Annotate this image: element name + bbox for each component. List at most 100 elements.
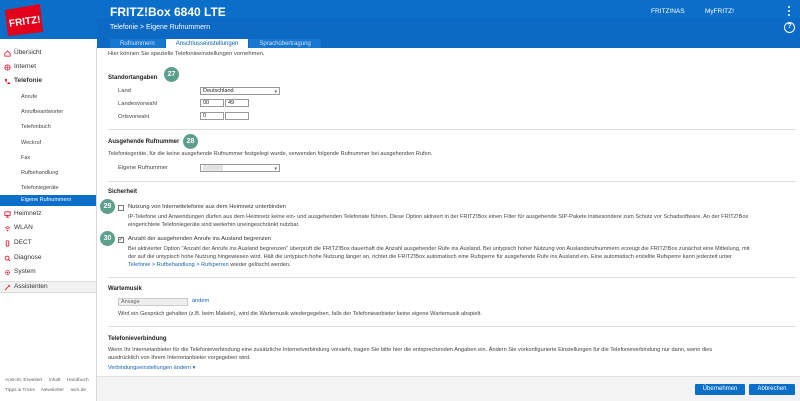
sidebar-item-label: Telefonie [14,77,43,84]
sidebar-item-diagnose[interactable]: Diagnose [0,252,96,264]
help-icon[interactable]: ? [784,22,795,33]
eigene-rufnummer-value: (hidden) [203,165,224,171]
footer-link-inhalt[interactable]: Inhalt [49,378,61,383]
sidebar-item-telefonie[interactable]: Telefonie [0,75,96,87]
ausland-begrenzen-label[interactable]: Anzahl der ausgehenden Anrufe ins Auslan… [128,236,271,242]
chevron-down-icon: ▾ [274,89,277,95]
annotation-badge-28: 28 [183,134,198,149]
divider [108,181,796,182]
sidebar-item-label: DECT [14,239,32,246]
sidebar-footer-row2: Tipps & Tricks Newsletter avm.de [5,388,91,393]
sidebar-item-assistenten[interactable]: Assistenten [0,281,96,293]
annotation-badge-29: 29 [100,199,115,214]
fritz-logo[interactable]: FRITZ! [2,2,45,38]
apply-button[interactable]: Übernehmen [695,384,745,395]
section-title-standort: Standortangaben [108,75,158,81]
verbindungseinstellungen-label: Verbindungseinstellungen ändern [108,365,192,371]
ausland-desc-line1: Bei aktivierter Option "Anzahl der Anruf… [128,246,750,252]
footer-link-ansicht[interactable]: Ansicht: Erweitert [5,378,42,383]
section-title-ausgehend: Ausgehende Rufnummer [108,139,180,145]
sidebar-subitem-rufbehandlung[interactable]: Rufbehandlung [0,168,96,179]
telefonieverbindung-desc-line1: Wenn Ihr Internetanbieter für die Telefo… [108,347,713,353]
sidebar-item-heimnetz[interactable]: Heimnetz [0,208,96,220]
landesvorwahl-input[interactable]: 49 [225,99,249,107]
divider [108,129,796,130]
sidebar-subitem-telefonbuch[interactable]: Telefonbuch [0,122,96,133]
sidebar-subitem-anrufbeantworter[interactable]: Anrufbeantworter [0,107,96,118]
tab-rufnummern[interactable]: Rufnummern [110,39,165,48]
system-icon [4,269,11,275]
section-title-telefonieverbindung: Telefonieverbindung [108,336,167,342]
sidebar-footer-row1: Ansicht: Erweitert Inhalt Handbuch [5,378,94,383]
ausland-begrenzen-checkbox[interactable] [118,236,124,243]
sidebar-subitem-telefoniegeraete[interactable]: Telefoniegeräte [0,183,96,194]
footer-link-newsletter[interactable]: Newsletter [41,388,64,393]
sidebar-item-label: Assistenten [14,283,48,290]
ausland-desc-line2: der auf die untypisch hohe Nutzung hinge… [128,254,732,260]
more-menu-icon[interactable] [787,6,791,18]
breadcrumb: Telefonie > Eigene Rufnummern [110,24,211,31]
sidebar-item-wlan[interactable]: WLAN [0,222,96,234]
tab-sprachuebertragung[interactable]: Sprachübertragung [249,39,321,48]
sidebar-item-dect[interactable]: DECT [0,237,96,249]
footer-link-avm[interactable]: avm.de [70,388,86,393]
section-title-wartemusik: Wartemusik [108,286,142,292]
eigene-rufnummer-select[interactable]: (hidden) ▾ [200,164,280,172]
sidebar-subitem-weckruf[interactable]: Weckruf [0,138,96,149]
dect-icon [5,239,10,247]
verbindungseinstellungen-link[interactable]: Verbindungseinstellungen ändern ▾ [108,364,195,372]
product-name: FRITZ!Box 6840 LTE [110,5,226,19]
internettelefonie-desc-line2: eingerichtete Telefoniegeräte sind weite… [128,222,300,228]
home-icon [4,49,11,57]
wartemusik-change-link[interactable]: ändern [192,297,209,305]
ausgehend-description: Telefoniegeräte, für die keine ausgehend… [108,151,433,157]
land-select-value: Deutschland [203,88,234,94]
sidebar-item-label: System [14,268,36,275]
land-label: Land [118,88,131,94]
telefonieverbindung-desc-line2: ausdrücklich von Ihrem Internetanbieter … [108,355,251,361]
landesvorwahl-prefix: 00 [200,99,224,107]
footer-link-handbuch[interactable]: Handbuch [67,378,89,383]
network-icon [4,210,11,217]
fritznas-link[interactable]: FRITZ!NAS [651,8,685,15]
intro-text: Hier können Sie spezielle Telefonieeinst… [108,51,265,57]
sidebar-item-label: Heimnetz [14,210,42,217]
main-content: Hier können Sie spezielle Telefonieeinst… [97,48,800,401]
eigene-rufnummer-label: Eigene Rufnummer [118,165,168,171]
sidebar-item-label: Diagnose [14,254,42,261]
ausland-desc-tail: wieder gelöscht werden. [228,262,291,268]
wifi-icon [4,225,11,231]
annotation-badge-30: 30 [100,231,115,246]
sidebar-item-label: WLAN [14,224,33,231]
wartemusik-field: Ansage [118,298,188,306]
divider [108,326,796,327]
internettelefonie-checkbox[interactable] [118,205,124,211]
globe-icon [4,63,11,71]
footer-link-tipps[interactable]: Tipps & Tricks [5,388,35,393]
myfritz-link[interactable]: MyFRITZ! [705,8,734,15]
sidebar-item-system[interactable]: System [0,266,96,278]
rufsperren-link[interactable]: Telefonie > Rufbehandlung > Rufsperren [128,262,229,268]
tab-bar: Rufnummern Anschlusseinstellungen Sprach… [110,39,322,48]
cancel-button[interactable]: Abbrechen [749,384,795,395]
land-select[interactable]: Deutschland ▾ [200,87,280,95]
chevron-down-icon: ▾ [192,365,196,371]
ausland-desc-line3: Telefonie > Rufbehandlung > Rufsperren w… [128,261,291,269]
landesvorwahl-label: Landesvorwahl [118,101,157,107]
sidebar-subitem-fax[interactable]: Fax [0,153,96,164]
internettelefonie-label[interactable]: Nutzung von Internettelefonie aus dem He… [128,204,286,210]
tab-anschlusseinstellungen[interactable]: Anschlusseinstellungen [165,39,249,48]
sidebar-item-uebersicht[interactable]: Übersicht [0,47,96,59]
chevron-down-icon: ▾ [274,166,277,172]
sidebar-subitem-eigene-rufnummern[interactable]: Eigene Rufnummern [0,195,96,206]
sidebar-subitem-anrufe[interactable]: Anrufe [0,92,96,103]
internettelefonie-desc-line1: IP-Telefone und Anwendungen dürfen aus d… [128,214,749,220]
phone-icon [4,78,11,84]
annotation-badge-27: 27 [164,67,179,82]
ortsvorwahl-input[interactable] [225,112,249,120]
ortsvorwahl-label: Ortsvorwahl [118,114,149,120]
assistant-icon [4,284,11,290]
sidebar-item-internet[interactable]: Internet [0,61,96,73]
diagnose-icon [4,255,11,261]
sidebar-item-label: Internet [14,63,37,70]
